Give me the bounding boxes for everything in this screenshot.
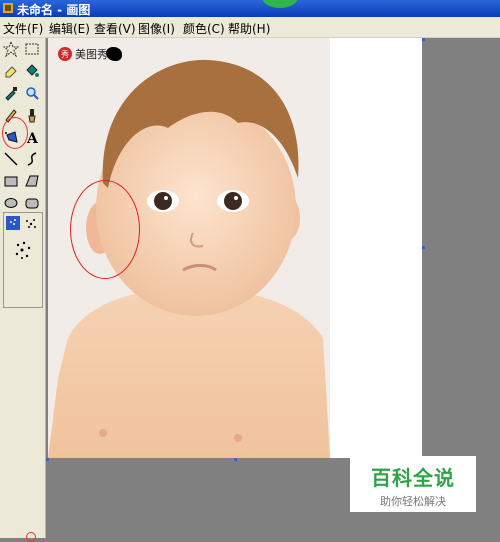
free-form-select-tool[interactable] [2, 40, 20, 58]
brush-icon [28, 109, 36, 123]
resize-handle-bottom[interactable] [234, 458, 237, 461]
curve-tool[interactable] [23, 150, 41, 168]
brand-watermark: 百科全说 助你轻松解决 [350, 456, 476, 512]
window-control-decoration [262, 0, 298, 8]
title-bar: 未命名 - 画图 [0, 0, 500, 17]
rectangle-icon [4, 176, 18, 187]
magnifier-icon [26, 87, 39, 100]
line-tool[interactable] [2, 150, 20, 168]
menu-colors[interactable]: 颜色(C) [183, 20, 225, 37]
paint-bucket-icon [26, 64, 39, 77]
airbrush-size-options[interactable] [3, 212, 43, 308]
brand-title: 百科全说 [371, 466, 455, 490]
pick-color-tool[interactable] [2, 84, 20, 102]
status-indicator [26, 532, 36, 542]
small-spray-option[interactable] [6, 216, 20, 230]
highlight-circle-tool [2, 117, 28, 149]
eraser-icon [5, 66, 17, 78]
paint-app-icon [3, 3, 13, 13]
ear-highlight-circle [70, 180, 140, 279]
menu-file[interactable]: 文件(F) [3, 20, 43, 37]
spray-medium-icon [26, 219, 36, 228]
rounded-rectangle-icon [25, 198, 39, 209]
menu-edit[interactable]: 编辑(E) [49, 20, 90, 37]
brush-tool[interactable] [23, 106, 41, 124]
spray-small-icon [10, 219, 16, 225]
polygon-icon [25, 175, 39, 187]
magnifier-tool[interactable] [23, 84, 41, 102]
resize-handle-bottom-left[interactable] [46, 458, 49, 461]
toolbox: A [0, 38, 46, 538]
window-title: 未命名 - 画图 [17, 3, 91, 17]
menu-help[interactable]: 帮助(H) [228, 20, 270, 37]
rectangle-tool[interactable] [2, 172, 20, 190]
medium-spray-option[interactable] [22, 215, 40, 233]
curve-icon [27, 152, 37, 166]
menu-view[interactable]: 查看(V) [94, 20, 136, 37]
select-tool[interactable] [23, 40, 41, 58]
rect-select-icon [25, 43, 39, 55]
brand-subtitle: 助你轻松解决 [380, 495, 446, 508]
watermark-badge: 秀 [58, 47, 72, 61]
resize-handle-right[interactable] [422, 246, 425, 249]
menu-bar: 文件(F) 编辑(E) 查看(V) 图像(I) 颜色(C) 帮助(H) [0, 17, 500, 38]
polygon-tool[interactable] [23, 172, 41, 190]
line-icon [4, 152, 18, 166]
large-spray-option[interactable] [10, 237, 36, 263]
rounded-rectangle-tool[interactable] [23, 194, 41, 212]
spray-large-icon [15, 241, 31, 259]
watermark-text: 美图秀 [75, 48, 108, 61]
eraser-tool[interactable] [2, 62, 20, 80]
ellipse-tool[interactable] [2, 194, 20, 212]
ellipse-icon [4, 198, 18, 208]
fill-tool[interactable] [23, 62, 41, 80]
eyedropper-icon [5, 87, 17, 101]
star-select-icon [3, 41, 19, 57]
meitu-watermark: 秀 美图秀 [58, 44, 122, 64]
resize-handle-top-right[interactable] [422, 38, 425, 41]
menu-image[interactable]: 图像(I) [138, 20, 175, 37]
paint-blot [106, 47, 122, 61]
